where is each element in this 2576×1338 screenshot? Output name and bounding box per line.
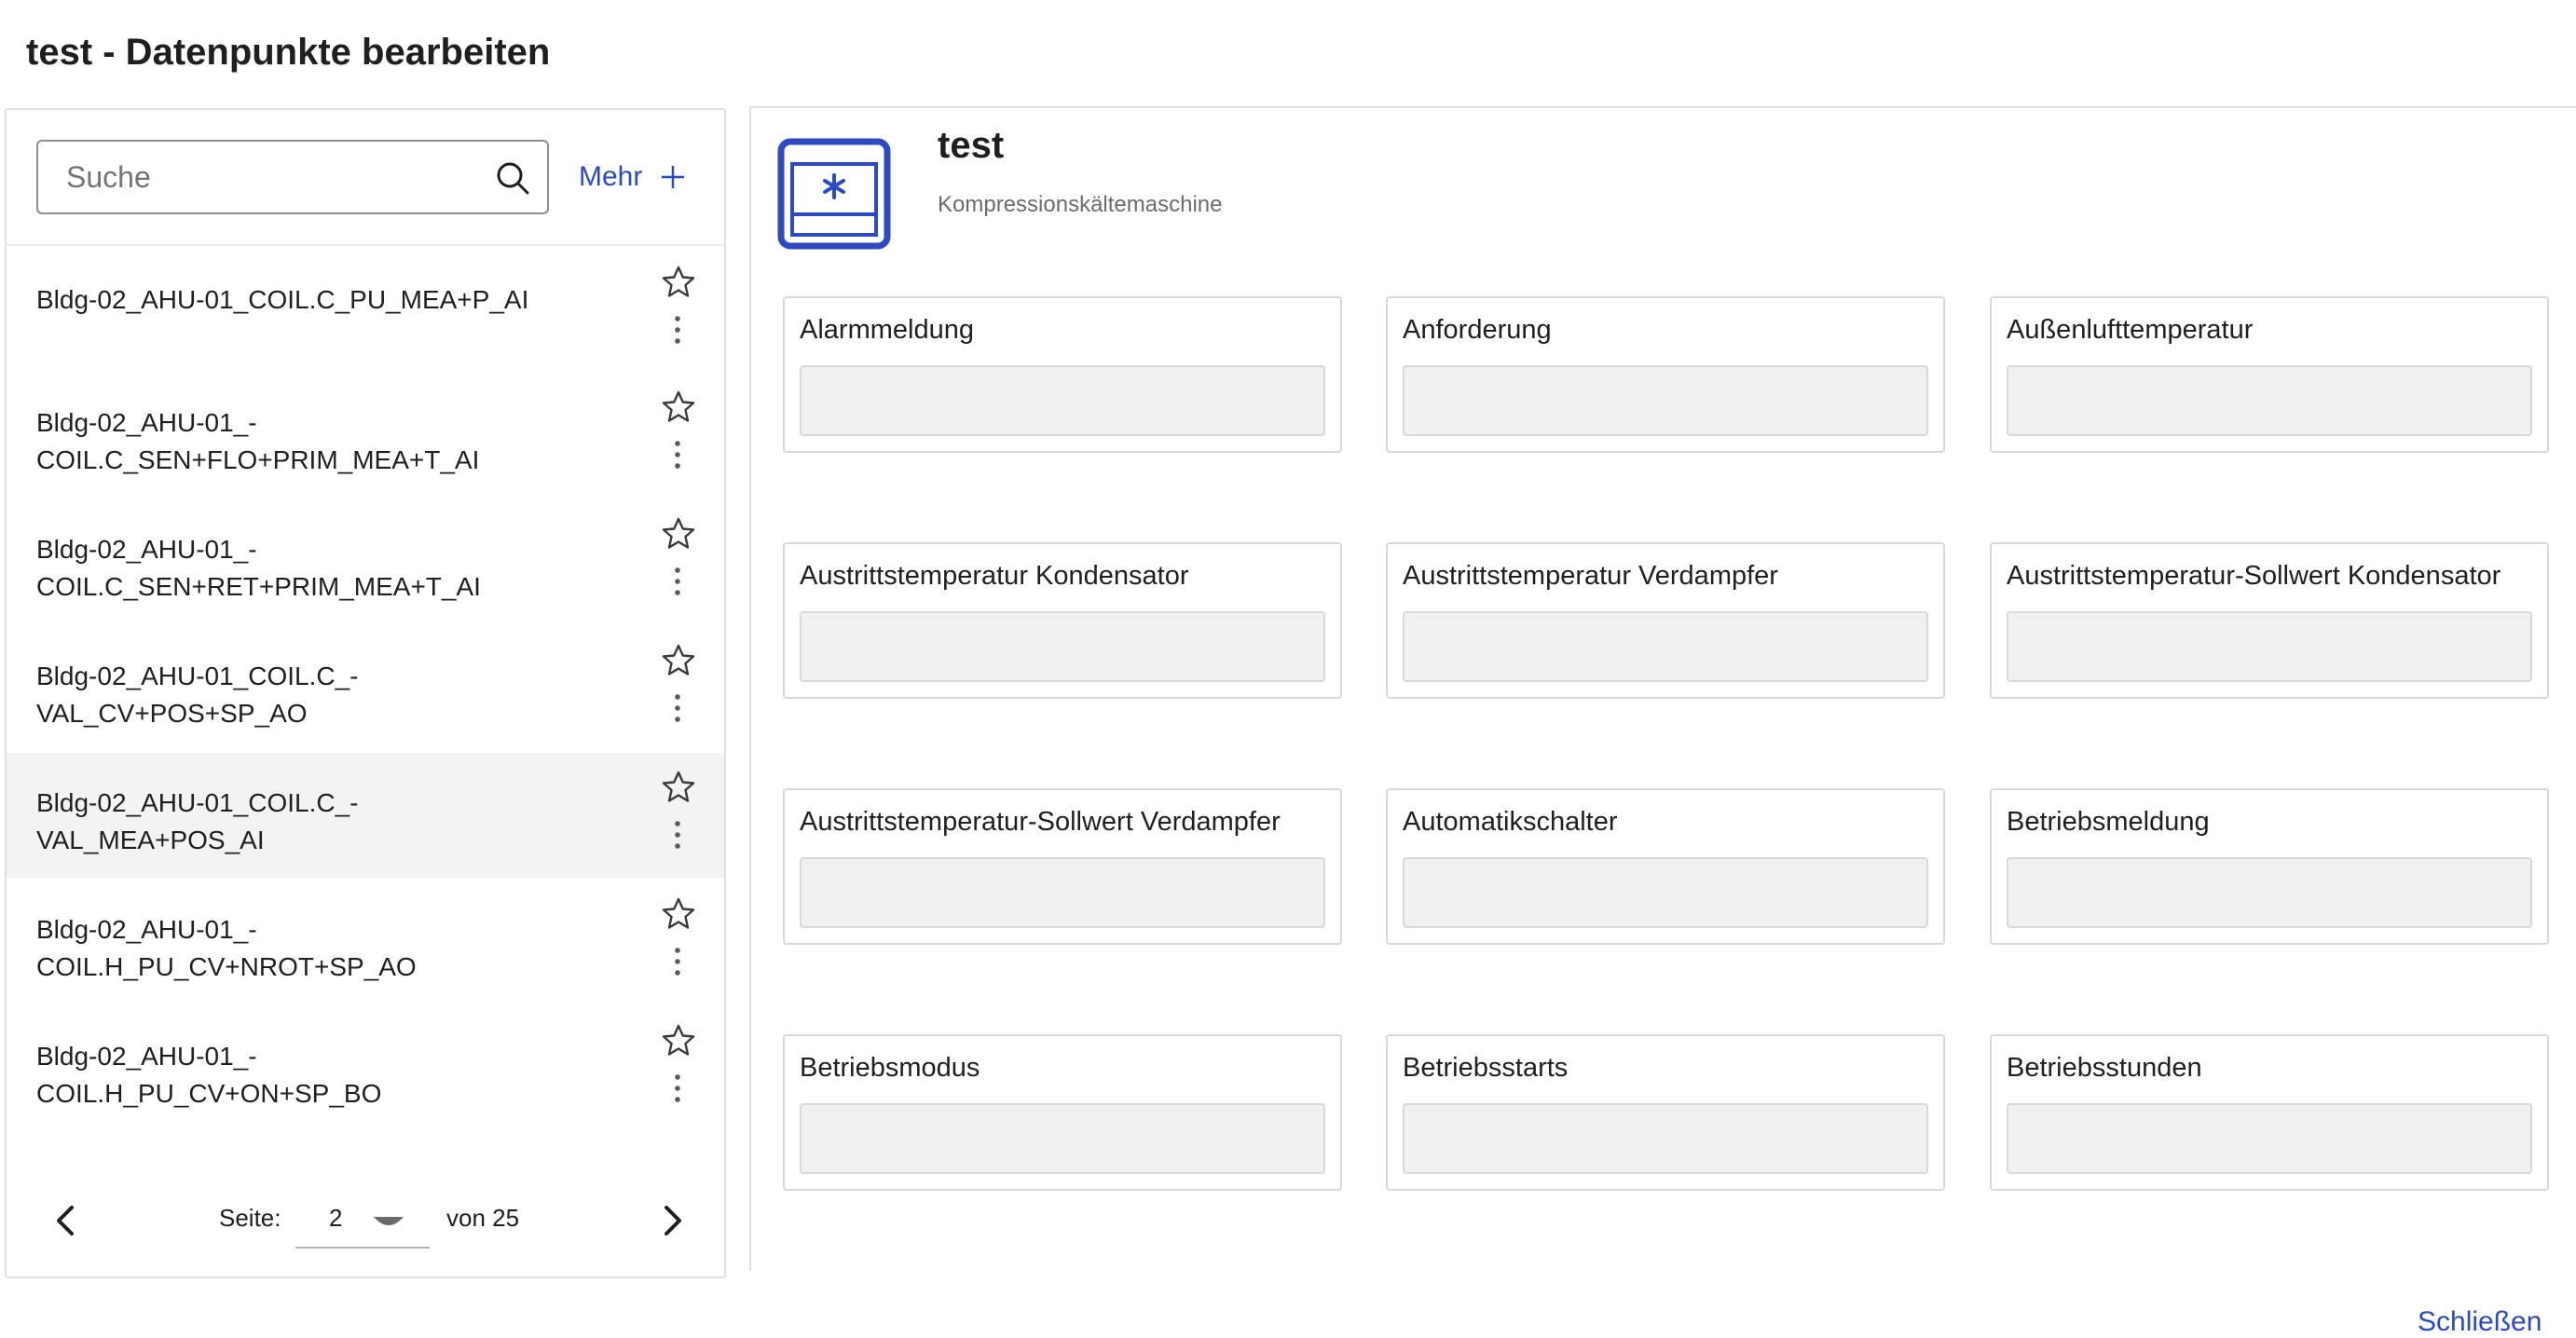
datapoint-card: Austrittstemperatur Verdampfer (1386, 542, 1945, 699)
datapoint-label: Austrittstemperatur-Sollwert Verdampfer (800, 807, 1281, 837)
datapoint-drop-field[interactable] (800, 365, 1325, 436)
more-button-label: Mehr (579, 161, 643, 192)
datapoint-card: Betriebsstunden (1990, 1034, 2549, 1191)
more-button[interactable]: Mehr (579, 158, 687, 196)
more-options-icon[interactable] (670, 947, 685, 976)
datapoint-drop-field[interactable] (800, 611, 1325, 682)
list-divider (7, 244, 724, 246)
list-item-label: Bldg-02_AHU-01_- COIL.C_SEN+RET+PRIM_MEA… (36, 535, 481, 601)
more-options-icon[interactable] (670, 693, 685, 723)
datapoint-drop-field[interactable] (2007, 611, 2532, 682)
datapoint-label: Alarmmeldung (800, 315, 974, 345)
more-options-icon[interactable] (670, 567, 685, 596)
favorite-star-icon[interactable] (661, 770, 696, 805)
list-item-label: Bldg-02_AHU-01_COIL.C_- VAL_CV+POS+SP_AO (36, 662, 359, 728)
datapoint-card: Austrittstemperatur-Sollwert Kondensator (1990, 542, 2549, 699)
datapoint-label: Austrittstemperatur Kondensator (800, 561, 1189, 591)
datapoint-card: Außenlufttemperatur (1990, 296, 2549, 453)
datapoint-label: Betriebsstunden (2007, 1053, 2202, 1083)
list-item[interactable]: Bldg-02_AHU-01_- COIL.H_PU_CV+NROT+SP_AO (7, 880, 724, 1004)
favorite-star-icon[interactable] (661, 265, 696, 300)
datapoint-card: Automatikschalter (1386, 788, 1945, 945)
plus-icon (662, 166, 685, 188)
more-options-icon[interactable] (670, 1073, 685, 1103)
chiller-icon (777, 138, 891, 250)
datapoint-card: Austrittstemperatur-Sollwert Verdampfer (783, 788, 1342, 945)
datapoint-drop-field[interactable] (800, 857, 1325, 928)
favorite-star-icon[interactable] (661, 516, 696, 552)
datapoint-card: Austrittstemperatur Kondensator (783, 542, 1342, 699)
datapoint-card: Betriebsmeldung (1990, 788, 2549, 945)
list-item-label: Bldg-02_AHU-01_COIL.C_PU_MEA+P_AI (36, 285, 529, 314)
page-select[interactable]: 2 (295, 1191, 430, 1249)
datapoint-drop-field[interactable] (1403, 365, 1928, 436)
search-icon[interactable] (495, 160, 530, 196)
datapoint-drop-field[interactable] (1403, 611, 1928, 682)
pagination: Seite: 2 von 25 (7, 1191, 724, 1265)
favorite-star-icon[interactable] (661, 896, 696, 932)
favorite-star-icon[interactable] (661, 389, 696, 425)
datapoint-label: Automatikschalter (1403, 807, 1618, 837)
search-input[interactable] (38, 142, 476, 212)
favorite-star-icon[interactable] (661, 1023, 696, 1058)
datapoint-drop-field[interactable] (2007, 857, 2532, 928)
datapoint-label: Betriebsmeldung (2007, 807, 2210, 837)
datapoint-drop-field[interactable] (2007, 365, 2532, 436)
list-item[interactable]: Bldg-02_AHU-01_- COIL.H_PU_CV+ON+SP_BO (7, 1006, 724, 1131)
list-item[interactable]: Bldg-02_AHU-01_- COIL.C_SEN+RET+PRIM_MEA… (7, 499, 724, 624)
datapoint-card: Betriebsmodus (783, 1034, 1342, 1191)
datapoint-card: Betriebsstarts (1386, 1034, 1945, 1191)
more-options-icon[interactable] (670, 315, 685, 345)
list-scroll-edge (7, 1127, 724, 1146)
list-item[interactable]: Bldg-02_AHU-01_COIL.C_- VAL_CV+POS+SP_AO (7, 626, 724, 751)
list-item-label: Bldg-02_AHU-01_- COIL.H_PU_CV+NROT+SP_AO (36, 915, 417, 981)
datapoint-label: Austrittstemperatur Verdampfer (1403, 561, 1778, 591)
list-item[interactable]: Bldg-02_AHU-01_COIL.C_- VAL_MEA+POS_AI (7, 753, 724, 878)
more-options-icon[interactable] (670, 820, 685, 850)
search-box[interactable] (36, 140, 549, 214)
datapoint-label: Anforderung (1403, 315, 1552, 345)
page-label: Seite: (219, 1204, 281, 1232)
page-total: von 25 (446, 1204, 520, 1232)
dialog-title: test - Datenpunkte bearbeiten (26, 32, 551, 73)
device-type: Kompressionskältemaschine (938, 192, 1223, 217)
list-item-label: Bldg-02_AHU-01_- COIL.H_PU_CV+ON+SP_BO (36, 1042, 382, 1108)
datapoint-list-panel: Mehr Bldg-02_AHU-01_COIL.C_PU_MEA+P_AIBl… (5, 108, 726, 1278)
page-select-value: 2 (329, 1204, 343, 1232)
favorite-star-icon[interactable] (661, 643, 696, 678)
list-item-label: Bldg-02_AHU-01_COIL.C_- VAL_MEA+POS_AI (36, 788, 359, 854)
caret-down-icon (374, 1217, 404, 1225)
next-page-icon[interactable] (657, 1202, 689, 1239)
datapoint-label: Betriebsmodus (800, 1053, 980, 1083)
list-item-label: Bldg-02_AHU-01_- COIL.C_SEN+FLO+PRIM_MEA… (36, 408, 480, 474)
datapoint-label: Austrittstemperatur-Sollwert Kondensator (2007, 561, 2501, 591)
datapoint-drop-field[interactable] (1403, 857, 1928, 928)
datapoint-label: Betriebsstarts (1403, 1053, 1569, 1083)
device-name: test (938, 125, 1005, 166)
datapoint-label: Außenlufttemperatur (2007, 315, 2254, 345)
datapoint-card: Anforderung (1386, 296, 1945, 453)
datapoint-detail-panel: test Kompressionskältemaschine Alarmmeld… (749, 106, 2576, 1271)
datapoint-list: Bldg-02_AHU-01_COIL.C_PU_MEA+P_AI Bldg-02… (7, 248, 724, 1273)
more-options-icon[interactable] (670, 440, 685, 470)
datapoint-drop-field[interactable] (800, 1103, 1325, 1174)
close-button[interactable]: Schließen (2418, 1306, 2542, 1338)
list-item[interactable]: Bldg-02_AHU-01_- COIL.C_SEN+FLO+PRIM_MEA… (7, 373, 724, 498)
datapoint-drop-field[interactable] (1403, 1103, 1928, 1174)
previous-page-icon[interactable] (49, 1202, 81, 1239)
datapoint-card: Alarmmeldung (783, 296, 1342, 453)
list-item[interactable]: Bldg-02_AHU-01_COIL.C_PU_MEA+P_AI (7, 248, 724, 373)
datapoint-drop-field[interactable] (2007, 1103, 2532, 1174)
